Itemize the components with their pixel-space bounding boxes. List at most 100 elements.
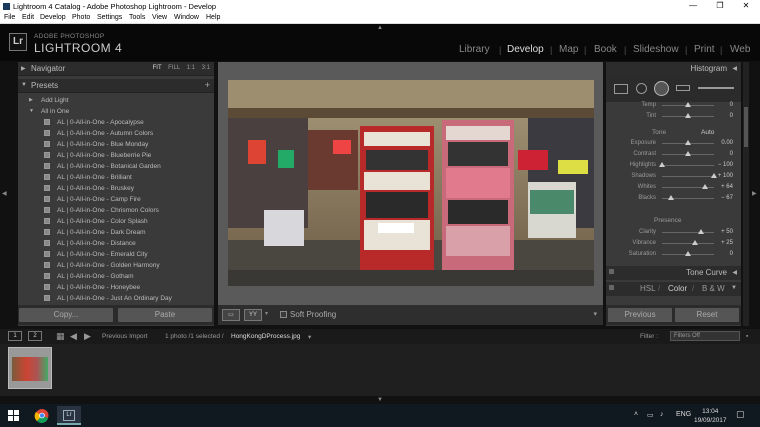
slider-saturation[interactable]: Saturation 0 [606,249,741,260]
preset-item[interactable]: AL | 0-All-in-One - Color Splash [18,216,214,227]
slider-vibrance[interactable]: Vibrance + 25 [606,238,741,249]
collapse-top-arrow-icon[interactable]: ▲ [377,25,383,31]
slider-handle[interactable] [667,195,674,200]
slider-highlights[interactable]: Highlights − 100 [606,160,741,171]
preset-item[interactable]: AL | 0-All-in-One - Autumn Colors [18,128,214,139]
module-slideshow[interactable]: Slideshow [633,44,679,55]
collapse-right-arrow-icon[interactable]: ▶ [752,190,757,197]
slider-contrast[interactable]: Contrast 0 [606,149,741,160]
menu-file[interactable]: File [4,14,15,21]
menu-settings[interactable]: Settings [97,14,122,21]
preset-item[interactable]: AL | 0-All-in-One - Golden Harmony [18,260,214,271]
language-indicator[interactable]: ENG [676,411,691,418]
panel-switch-icon[interactable] [609,285,614,290]
page-1-button[interactable]: 1 [8,331,22,341]
slider-tint[interactable]: Tint 0 [606,111,741,122]
tab-bw[interactable]: B & W [702,284,725,293]
reset-button[interactable]: Reset [675,308,739,322]
zoom-1-1[interactable]: 1:1 [187,65,195,71]
module-library[interactable]: Library [459,44,490,55]
maximize-button[interactable]: ❐ [712,1,728,12]
spot-removal-icon[interactable] [636,83,647,94]
module-book[interactable]: Book [594,44,617,55]
red-eye-icon[interactable] [654,81,669,96]
slider-whites[interactable]: Whites + 64 [606,182,741,193]
before-after-icon[interactable]: YY [244,309,262,321]
slider-exposure[interactable]: Exposure 0.00 [606,138,741,149]
collapse-left-arrow-icon[interactable]: ◀ [2,190,7,197]
collapse-bottom-arrow-icon[interactable]: ▼ [377,397,383,403]
preset-item[interactable]: AL | 0-All-in-One - Camp Fire [18,194,214,205]
folder-closed-triangle-icon[interactable]: ▶ [29,97,33,103]
tray-chevron-icon[interactable]: ˄ [634,411,638,418]
preset-item[interactable]: AL | 0-All-in-One - Gotham [18,271,214,282]
slider-track[interactable] [662,165,714,166]
preset-item[interactable]: AL | 0-All-in-One - Blueberrie Pie [18,150,214,161]
slider-value[interactable]: − 67 [721,195,733,201]
before-after-dropdown-icon[interactable]: ▾ [265,310,268,317]
slider-value[interactable]: 0 [730,151,733,157]
hsl-header[interactable]: HSL / Color / B & W ▼ [606,282,741,296]
slider-blacks[interactable]: Blacks − 67 [606,193,741,204]
chrome-taskbar-icon[interactable] [30,406,54,425]
slider-handle[interactable] [711,173,717,178]
slider-value[interactable]: 0.00 [721,140,733,146]
zoom-fit[interactable]: FIT [153,65,162,71]
auto-tone-button[interactable]: Auto [701,129,714,136]
slider-value[interactable]: 0 [730,113,733,119]
preset-item[interactable]: AL | 0-All-in-One - Distance [18,238,214,249]
slider-handle[interactable] [659,162,665,167]
slider-value[interactable]: + 25 [721,240,733,246]
slider-value[interactable]: 0 [730,251,733,257]
crop-tool-icon[interactable] [614,84,628,94]
slider-value[interactable]: + 64 [721,184,733,190]
preset-item[interactable]: AL | 0-All-in-One - Bruskey [18,183,214,194]
filmstrip-thumbnail[interactable] [8,347,52,389]
module-develop[interactable]: Develop [507,44,544,55]
menu-view[interactable]: View [152,14,167,21]
copy-button[interactable]: Copy... [19,308,113,322]
slider-handle[interactable] [685,113,691,118]
slider-value[interactable]: + 50 [721,229,733,235]
slider-track[interactable] [662,243,714,244]
slider-shadows[interactable]: Shadows + 100 [606,171,741,182]
previous-button[interactable]: Previous [608,308,672,322]
preset-item[interactable]: AL | 0-All-in-One - Dark Dream [18,227,214,238]
slider-handle[interactable] [701,184,708,189]
slider-handle[interactable] [685,140,691,145]
filter-lock-icon[interactable]: ▪ [746,333,748,340]
right-panel-scrollbar[interactable] [743,62,749,326]
slider-handle[interactable] [685,251,691,256]
grid-view-icon[interactable]: ▦ [56,331,65,342]
zoom-fill[interactable]: FILL [168,65,180,71]
preset-item[interactable]: AL | 0-All-in-One - Brilliant [18,172,214,183]
module-print[interactable]: Print [694,44,715,55]
panel-switch-icon[interactable] [609,269,614,274]
filename[interactable]: HongKongDProcess.jpg [231,333,300,340]
menu-help[interactable]: Help [206,14,220,21]
slider-handle[interactable] [685,102,691,107]
navigator-header[interactable]: ▶ Navigator FIT FILL 1:1 3:1 [18,62,214,76]
menu-photo[interactable]: Photo [72,14,90,21]
slider-clarity[interactable]: Clarity + 50 [606,227,741,238]
preset-item[interactable]: AL | 0-All-in-One - Chrismon Colors [18,205,214,216]
adjustment-brush-icon[interactable] [698,87,734,89]
slider-handle[interactable] [685,151,691,156]
filter-select[interactable]: Filters Off [670,331,740,341]
zoom-3-1[interactable]: 3:1 [202,65,210,71]
lightroom-taskbar-icon[interactable]: Lr [57,406,81,425]
volume-icon[interactable]: ♪ [660,411,664,418]
menu-window[interactable]: Window [174,14,199,21]
windows-start-icon[interactable] [8,410,19,421]
slider-handle[interactable] [691,240,698,245]
network-icon[interactable]: ▭ [647,411,654,419]
scrollbar-thumb[interactable] [744,107,748,147]
notifications-icon[interactable]: ▢ [736,409,745,420]
graduated-filter-icon[interactable] [676,85,690,91]
source-label[interactable]: Previous Import [102,333,148,340]
slider-value[interactable]: − 100 [718,162,733,168]
preset-item[interactable]: AL | 0-All-in-One - Honeybee [18,282,214,293]
module-web[interactable]: Web [730,44,750,55]
preset-item[interactable]: AL | 0-All-in-One - Botanical Garden [18,161,214,172]
close-button[interactable]: ✕ [738,1,754,12]
